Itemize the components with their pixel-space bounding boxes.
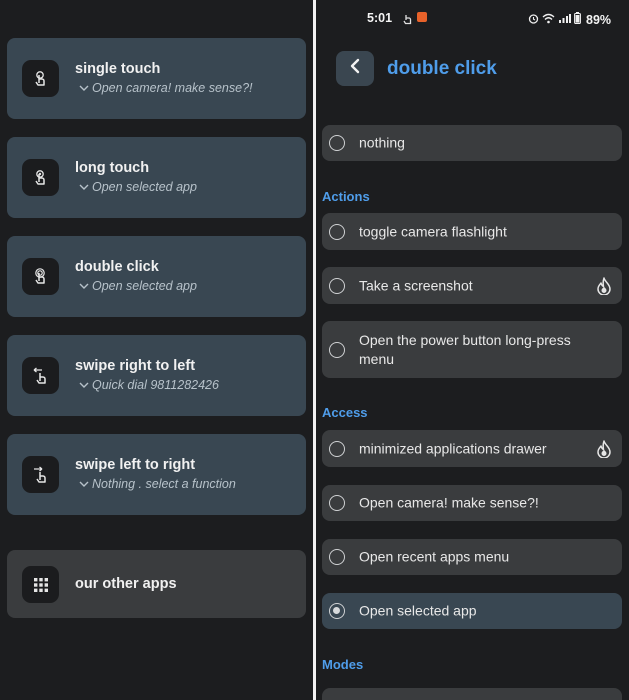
section-header-modes: Modes bbox=[322, 657, 364, 672]
swipe-left-icon bbox=[22, 357, 59, 394]
notification-icon bbox=[403, 12, 413, 30]
option-label: Open recent apps menu bbox=[359, 548, 510, 565]
chevron-down-icon bbox=[79, 180, 92, 194]
gesture-card-swipe-right-to-left[interactable]: swipe right to left Quick dial 981128242… bbox=[7, 335, 306, 416]
long-touch-icon bbox=[22, 159, 59, 196]
alarm-icon bbox=[528, 11, 539, 29]
option-recent-apps[interactable]: Open recent apps menu bbox=[322, 539, 622, 575]
single-touch-icon bbox=[22, 60, 59, 97]
double-click-icon bbox=[22, 258, 59, 295]
option-label: nothing bbox=[359, 134, 405, 151]
status-bar: 5:01 89% bbox=[316, 0, 629, 36]
gesture-title: single touch bbox=[75, 61, 161, 77]
radio-button[interactable] bbox=[329, 341, 345, 358]
chevron-down-icon bbox=[79, 279, 92, 293]
chevron-down-icon bbox=[79, 477, 92, 491]
option-nothing[interactable]: nothing bbox=[322, 125, 622, 161]
gesture-title: double click bbox=[75, 259, 159, 275]
flame-icon bbox=[597, 439, 611, 463]
option-label: Open selected app bbox=[359, 602, 477, 619]
back-chevron-icon bbox=[350, 58, 360, 79]
gesture-title: swipe left to right bbox=[75, 457, 196, 473]
swipe-right-icon bbox=[22, 456, 59, 493]
gesture-title: swipe right to left bbox=[75, 358, 196, 374]
radio-button[interactable] bbox=[329, 277, 345, 294]
radio-button[interactable] bbox=[329, 495, 345, 511]
radio-button[interactable] bbox=[329, 223, 345, 240]
gesture-subtitle: Quick dial 9811282426 bbox=[79, 378, 219, 392]
other-apps-button[interactable]: our other apps bbox=[7, 550, 306, 618]
status-right-group: 89% bbox=[528, 11, 611, 29]
battery-percent: 89% bbox=[586, 13, 612, 27]
radio-button[interactable] bbox=[329, 135, 345, 151]
app-notification-icon bbox=[417, 12, 427, 22]
gesture-subtitle: Open camera! make sense?! bbox=[79, 81, 253, 95]
wifi-icon bbox=[542, 11, 555, 29]
radio-button[interactable] bbox=[329, 549, 345, 565]
section-header-actions: Actions bbox=[322, 189, 370, 204]
option-open-camera[interactable]: Open camera! make sense?! bbox=[322, 485, 622, 521]
grid-icon bbox=[22, 566, 59, 603]
double-click-settings-panel: 5:01 89% double click nothing Actions to… bbox=[316, 0, 629, 700]
signal-icon bbox=[558, 11, 571, 29]
option-open-selected-app[interactable]: Open selected app bbox=[322, 593, 622, 629]
gesture-subtitle: Open selected app bbox=[79, 279, 197, 293]
chevron-down-icon bbox=[79, 81, 92, 95]
page-title: double click bbox=[387, 58, 497, 79]
gesture-card-single-touch[interactable]: single touch Open camera! make sense?! bbox=[7, 38, 306, 119]
chevron-down-icon bbox=[79, 378, 92, 392]
option-label: minimized applications drawer bbox=[359, 440, 547, 456]
other-apps-label: our other apps bbox=[75, 576, 177, 592]
gesture-subtitle: Nothing . select a function bbox=[79, 477, 236, 491]
option-power-menu[interactable]: Open the power button long-press menu bbox=[322, 321, 622, 378]
status-time: 5:01 bbox=[367, 11, 393, 25]
option-take-screenshot[interactable]: Take a screenshot bbox=[322, 267, 622, 304]
option-minimized-drawer[interactable]: minimized applications drawer bbox=[322, 430, 622, 467]
flame-icon bbox=[597, 276, 611, 300]
radio-button-selected[interactable] bbox=[329, 603, 345, 619]
back-button[interactable] bbox=[336, 51, 374, 86]
option-toggle-flashlight[interactable]: toggle camera flashlight bbox=[322, 213, 622, 250]
option-partial[interactable] bbox=[322, 688, 622, 700]
option-label: Open the power button long-press menu bbox=[359, 331, 571, 367]
gesture-card-swipe-left-to-right[interactable]: swipe left to right Nothing . select a f… bbox=[7, 434, 306, 515]
option-label: toggle camera flashlight bbox=[359, 223, 507, 239]
battery-icon bbox=[574, 11, 581, 29]
gesture-list-panel: single touch Open camera! make sense?! l… bbox=[0, 0, 313, 700]
option-label: Take a screenshot bbox=[359, 277, 473, 293]
section-header-access: Access bbox=[322, 405, 368, 420]
radio-button[interactable] bbox=[329, 440, 345, 457]
gesture-card-double-click[interactable]: double click Open selected app bbox=[7, 236, 306, 317]
gesture-subtitle: Open selected app bbox=[79, 180, 197, 194]
gesture-title: long touch bbox=[75, 160, 150, 176]
gesture-card-long-touch[interactable]: long touch Open selected app bbox=[7, 137, 306, 218]
option-label: Open camera! make sense?! bbox=[359, 494, 539, 511]
